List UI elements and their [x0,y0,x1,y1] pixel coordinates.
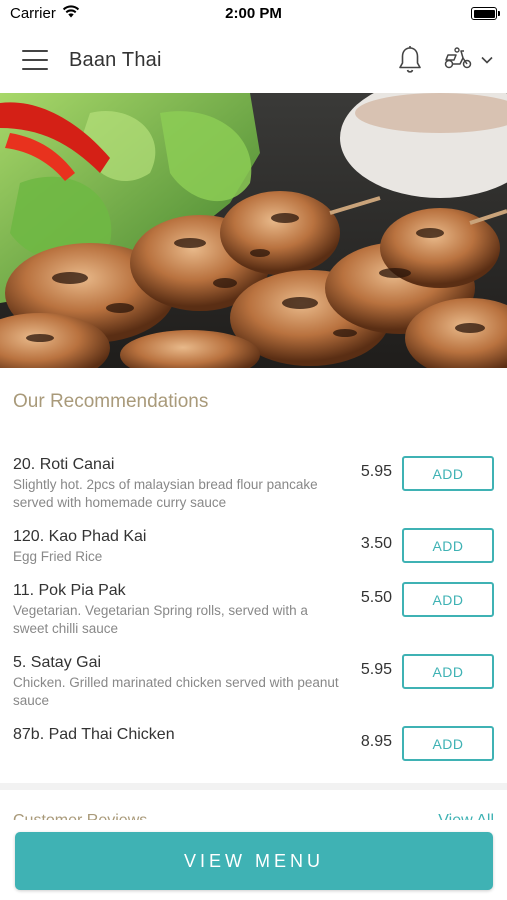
menu-item-name: 11. Pok Pia Pak [13,582,126,599]
menu-item-text: 87b. Pad Thai Chicken [13,725,343,745]
menu-item: 11. Pok Pia Pak Vegetarian. Vegetarian S… [0,581,507,653]
add-button[interactable]: ADD [402,654,494,689]
recommendations-list: 20. Roti Canai Slightly hot. 2pcs of mal… [0,455,507,775]
delivery-selector[interactable] [443,46,493,75]
menu-item-text: 5. Satay Gai Chicken. Grilled marinated … [13,653,343,710]
menu-item-text: 20. Roti Canai Slightly hot. 2pcs of mal… [13,455,343,512]
menu-item-description: Slightly hot. 2pcs of malaysian bread fl… [13,477,318,510]
menu-item-price: 8.95 [360,733,392,750]
view-menu-button[interactable]: VIEW MENU [15,832,493,890]
chevron-down-icon [481,51,493,69]
add-button[interactable]: ADD [402,726,494,761]
menu-item-name: 87b. Pad Thai Chicken [13,726,175,743]
status-left: Carrier [10,5,80,22]
add-button[interactable]: ADD [402,456,494,491]
header-actions [397,45,493,75]
menu-item-price: 5.95 [360,463,392,480]
menu-item-price: 5.50 [360,589,392,606]
menu-item: 120. Kao Phad Kai Egg Fried Rice 3.50 AD… [0,527,507,581]
menu-item: 5. Satay Gai Chicken. Grilled marinated … [0,653,507,725]
status-bar: Carrier 2:00 PM [0,0,507,27]
menu-item: 87b. Pad Thai Chicken 8.95 ADD [0,725,507,775]
app-header: Baan Thai [0,27,507,93]
menu-item-text: 120. Kao Phad Kai Egg Fried Rice [13,527,343,566]
menu-item: 20. Roti Canai Slightly hot. 2pcs of mal… [0,455,507,527]
menu-item-name: 120. Kao Phad Kai [13,528,147,545]
section-divider [0,783,507,790]
menu-item-description: Vegetarian. Vegetarian Spring rolls, ser… [13,603,308,636]
hero-food-image [0,93,507,368]
menu-item-price: 3.50 [360,535,392,552]
menu-item-name: 5. Satay Gai [13,654,102,671]
menu-item-description: Egg Fried Rice [13,549,103,564]
battery-icon [471,7,500,20]
menu-item-description: Chicken. Grilled marinated chicken serve… [13,675,339,708]
menu-item-price: 5.95 [360,661,392,678]
carrier-label: Carrier [10,5,56,22]
recommendations-title: Our Recommendations [13,391,209,412]
add-button[interactable]: ADD [402,582,494,617]
restaurant-title: Baan Thai [69,48,162,71]
hamburger-menu-icon[interactable] [22,50,48,70]
wifi-icon [62,5,80,22]
add-button[interactable]: ADD [402,528,494,563]
scooter-icon [443,46,473,75]
menu-item-text: 11. Pok Pia Pak Vegetarian. Vegetarian S… [13,581,343,638]
menu-item-name: 20. Roti Canai [13,456,115,473]
bell-icon[interactable] [397,45,423,75]
